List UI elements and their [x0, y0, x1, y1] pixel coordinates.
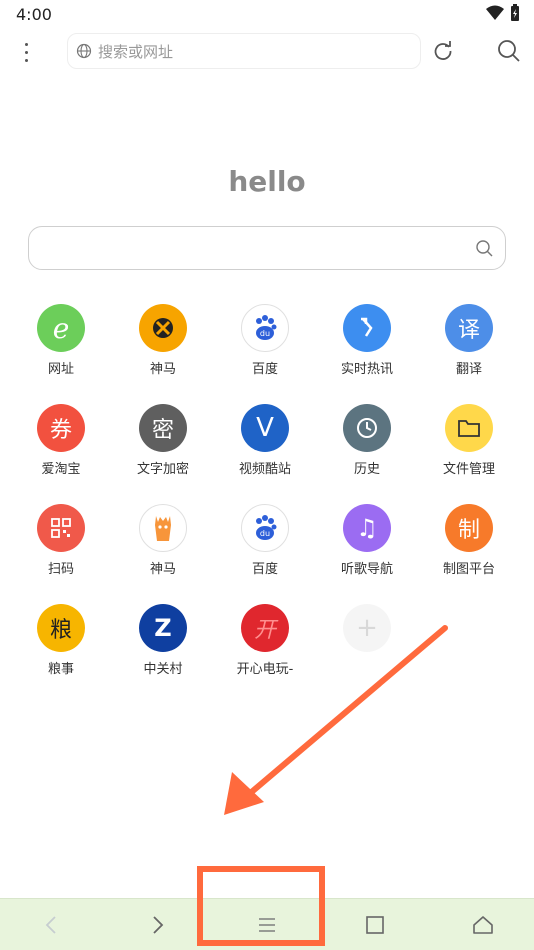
shortcut-label: 爱淘宝	[41, 462, 81, 477]
home-icon	[473, 916, 493, 934]
tabs-button[interactable]	[357, 907, 393, 943]
annotation-highlight-box	[197, 866, 325, 946]
shortcut-tile[interactable]: 神马	[112, 504, 214, 594]
shortcut-tile[interactable]: 神马	[112, 304, 214, 394]
home-button[interactable]	[465, 907, 501, 943]
home-greeting: hello	[228, 165, 306, 198]
circle-e-icon: e	[37, 304, 85, 352]
url-placeholder: 搜索或网址	[98, 42, 174, 61]
search-icon[interactable]	[475, 239, 493, 257]
dot-icon	[24, 42, 28, 46]
drawing-icon: 制	[445, 504, 493, 552]
encrypt-icon: 密	[139, 404, 187, 452]
url-bar[interactable]: 搜索或网址	[67, 33, 421, 69]
shortcut-tile[interactable]: 实时热讯	[316, 304, 418, 394]
video-v-icon: V	[241, 404, 289, 452]
zol-z-icon: Z	[139, 604, 187, 652]
shortcut-label: 实时热讯	[340, 362, 393, 377]
shortcut-tile[interactable]: 译 翻译	[418, 304, 520, 394]
shortcut-tile[interactable]: 制 制图平台	[418, 504, 520, 594]
shortcut-label: 视频酷站	[238, 462, 291, 477]
back-button[interactable]	[33, 907, 69, 943]
shortcut-label: 开心电玩-	[236, 662, 294, 677]
shortcut-label: 粮事	[47, 662, 74, 677]
clock-icon	[343, 404, 391, 452]
xbox-icon	[139, 304, 187, 352]
shortcut-label: 文件管理	[442, 462, 495, 477]
shortcut-label: 文字加密	[136, 462, 189, 477]
status-bar: 4:00	[0, 0, 534, 28]
shortcut-label: 翻译	[455, 362, 482, 377]
shortcut-tile[interactable]: 券 爱淘宝	[10, 404, 112, 494]
shortcut-label: 中关村	[143, 662, 183, 677]
shortcut-label: 历史	[353, 462, 380, 477]
shortcut-tile[interactable]: du 百度	[214, 304, 316, 394]
baidu-paw-icon: du	[241, 504, 289, 552]
globe-icon	[76, 43, 92, 59]
grain-icon: 粮	[37, 604, 85, 652]
shortcut-tile[interactable]: ♫ 听歌导航	[316, 504, 418, 594]
dot-icon	[24, 58, 28, 62]
back-icon	[45, 916, 56, 934]
shortcut-tile[interactable]: Z 中关村	[112, 604, 214, 694]
music-note-icon: ♫	[343, 504, 391, 552]
battery-icon	[511, 4, 519, 21]
forward-icon	[153, 916, 164, 934]
plus-icon: +	[343, 604, 391, 652]
more-menu-button[interactable]	[14, 38, 38, 66]
baidu-paw-icon: du	[241, 304, 289, 352]
shortcut-label: 扫码	[47, 562, 74, 577]
shortcut-tile[interactable]: du 百度	[214, 504, 316, 594]
shortcut-tile[interactable]: 粮 粮事	[10, 604, 112, 694]
status-icons	[486, 4, 520, 22]
svg-text:du: du	[260, 529, 270, 538]
alpaca-icon	[139, 504, 187, 552]
shortcut-tile[interactable]: V 视频酷站	[214, 404, 316, 494]
shortcut-label: 神马	[149, 362, 176, 377]
dot-icon	[24, 50, 28, 54]
folder-icon	[445, 404, 493, 452]
status-time: 4:00	[16, 5, 52, 24]
home-search-input[interactable]	[28, 226, 506, 270]
shortcut-tile[interactable]: 历史	[316, 404, 418, 494]
forward-button[interactable]	[140, 907, 176, 943]
qr-code-icon	[37, 504, 85, 552]
add-shortcut-button[interactable]: +	[316, 604, 418, 694]
shortcut-label: 百度	[251, 362, 278, 377]
wifi-icon	[486, 5, 504, 20]
translate-icon: 译	[445, 304, 493, 352]
reload-icon[interactable]	[432, 40, 454, 62]
shortcut-tile[interactable]: 开 开心电玩-	[214, 604, 316, 694]
shortcut-tile[interactable]: e 网址	[10, 304, 112, 394]
shortcut-tile[interactable]: 扫码	[10, 504, 112, 594]
shortcut-tile[interactable]: 密 文字加密	[112, 404, 214, 494]
shortcut-label: 听歌导航	[340, 562, 393, 577]
tabs-icon	[366, 916, 384, 934]
coupon-icon: 券	[37, 404, 85, 452]
trend-icon	[343, 304, 391, 352]
browser-toolbar: 搜索或网址	[0, 30, 534, 74]
shortcut-label: 网址	[47, 362, 74, 377]
shortcut-label: 百度	[251, 562, 278, 577]
shortcut-label: 制图平台	[442, 562, 495, 577]
game-open-icon: 开	[241, 604, 289, 652]
shortcut-tile[interactable]: 文件管理	[418, 404, 520, 494]
shortcut-label: 神马	[149, 562, 176, 577]
svg-text:du: du	[260, 329, 270, 338]
search-icon[interactable]	[497, 39, 521, 63]
